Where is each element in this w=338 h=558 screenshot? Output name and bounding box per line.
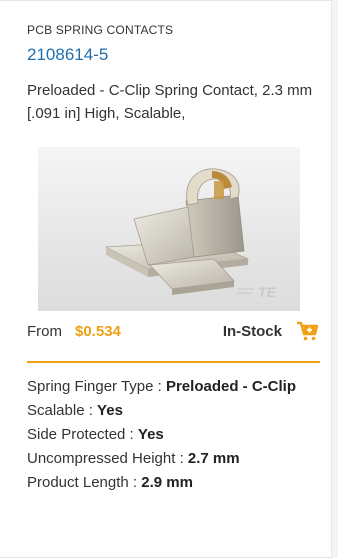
price-from-label: From (27, 323, 62, 340)
spec-list: Spring Finger Type : Preloaded - C-Clip … (27, 375, 317, 495)
spec-scalable: Scalable : Yes (27, 399, 317, 423)
spec-label: Scalable : (27, 402, 98, 419)
stock-status: In-Stock (222, 323, 282, 340)
add-to-cart-icon[interactable] (296, 319, 320, 343)
spec-spring-finger-type: Spring Finger Type : Preloaded - C-Clip (27, 375, 317, 399)
spec-label: Side Protected : (27, 426, 138, 443)
product-card[interactable]: PCB SPRING CONTACTS 2108614-5 Preloaded … (0, 0, 332, 558)
spec-value: 2.9 mm (141, 474, 193, 491)
spec-label: Spring Finger Type : (27, 378, 166, 395)
price-row: From $0.534 In-Stock (27, 319, 320, 345)
product-description: Preloaded - C-Clip Spring Contact, 2.3 m… (27, 82, 313, 122)
unit-price: $0.534 (75, 323, 121, 340)
spec-product-length: Product Length : 2.9 mm (27, 471, 317, 495)
product-image[interactable]: TE (38, 147, 300, 311)
product-category: PCB SPRING CONTACTS (27, 23, 174, 37)
spec-value: Preloaded - C-Clip (165, 378, 296, 395)
spec-value: Yes (137, 426, 164, 443)
te-watermark: TE (258, 284, 277, 300)
price-divider (27, 361, 320, 363)
part-number-link[interactable]: 2108614-5 (27, 45, 108, 65)
spec-value: Yes (97, 402, 123, 419)
spec-value: 2.7 mm (187, 450, 240, 467)
spec-label: Uncompressed Height : (27, 450, 188, 467)
spec-label: Product Length : (27, 474, 142, 491)
spec-side-protected: Side Protected : Yes (27, 423, 317, 447)
spec-uncompressed-height: Uncompressed Height : 2.7 mm (27, 447, 317, 471)
